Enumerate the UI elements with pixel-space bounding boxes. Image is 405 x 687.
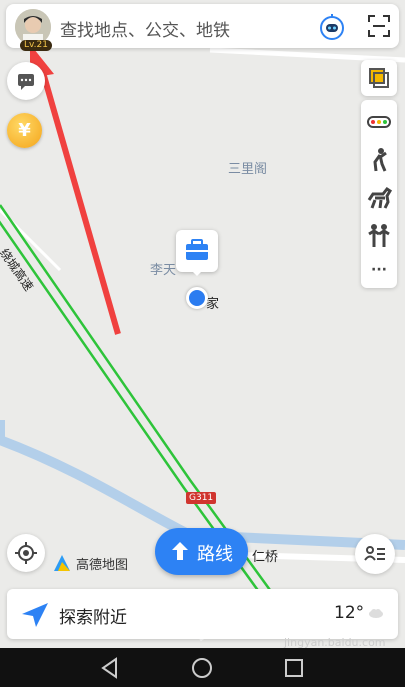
route-button[interactable]: 路线 [155, 528, 248, 575]
list-button[interactable] [355, 534, 395, 574]
level-badge: Lv.21 [20, 40, 52, 51]
map-label-sanli: 三里阁 [228, 162, 268, 177]
coin-reward-button[interactable]: ¥ [7, 113, 42, 148]
locate-icon [15, 542, 37, 564]
scan-icon[interactable] [368, 15, 390, 37]
map-tools-panel: ··· [361, 100, 397, 288]
amap-logo-icon [54, 555, 70, 571]
home-icon[interactable] [190, 656, 214, 680]
home-marker-bubble[interactable] [176, 230, 218, 276]
recents-icon[interactable] [282, 656, 306, 680]
navigation-arrow-icon [22, 603, 48, 627]
amap-logo-text: 高德地图 [76, 558, 129, 573]
list-icon [364, 546, 385, 561]
system-navigation-bar [0, 648, 405, 687]
horse-button[interactable] [361, 180, 397, 216]
layers-button[interactable] [361, 60, 397, 96]
map-label-bridge: 仁桥 [252, 550, 279, 565]
layers-icon [369, 68, 389, 88]
current-location-dot [186, 287, 208, 309]
briefcase-icon [186, 239, 208, 260]
route-arrow-icon [172, 542, 188, 560]
search-bar[interactable]: Lv.21 查找地点、公交、地铁 [6, 4, 399, 51]
explore-nearby-card[interactable]: 探索附近 12° [7, 589, 398, 639]
people-button[interactable] [361, 218, 397, 254]
map-label-litian: 李天 [150, 263, 177, 278]
traffic-icon [367, 116, 391, 128]
walk-button[interactable] [361, 142, 397, 178]
route-label: 路线 [197, 544, 233, 565]
voice-assistant-icon[interactable] [319, 14, 345, 40]
road-shield-g311: G311 [186, 492, 217, 504]
walk-icon [373, 148, 387, 172]
traffic-button[interactable] [361, 104, 397, 140]
locate-button[interactable] [7, 534, 45, 572]
more-button[interactable]: ··· [361, 256, 397, 292]
cloud-icon [369, 609, 383, 618]
chat-icon [18, 74, 34, 90]
horse-icon [367, 186, 393, 209]
back-icon[interactable] [98, 656, 122, 680]
temperature: 12° [334, 603, 365, 623]
search-input[interactable]: 查找地点、公交、地铁 [60, 16, 230, 41]
explore-nearby-label: 探索附近 [59, 608, 127, 628]
people-icon [368, 224, 390, 247]
message-button[interactable] [7, 62, 45, 100]
